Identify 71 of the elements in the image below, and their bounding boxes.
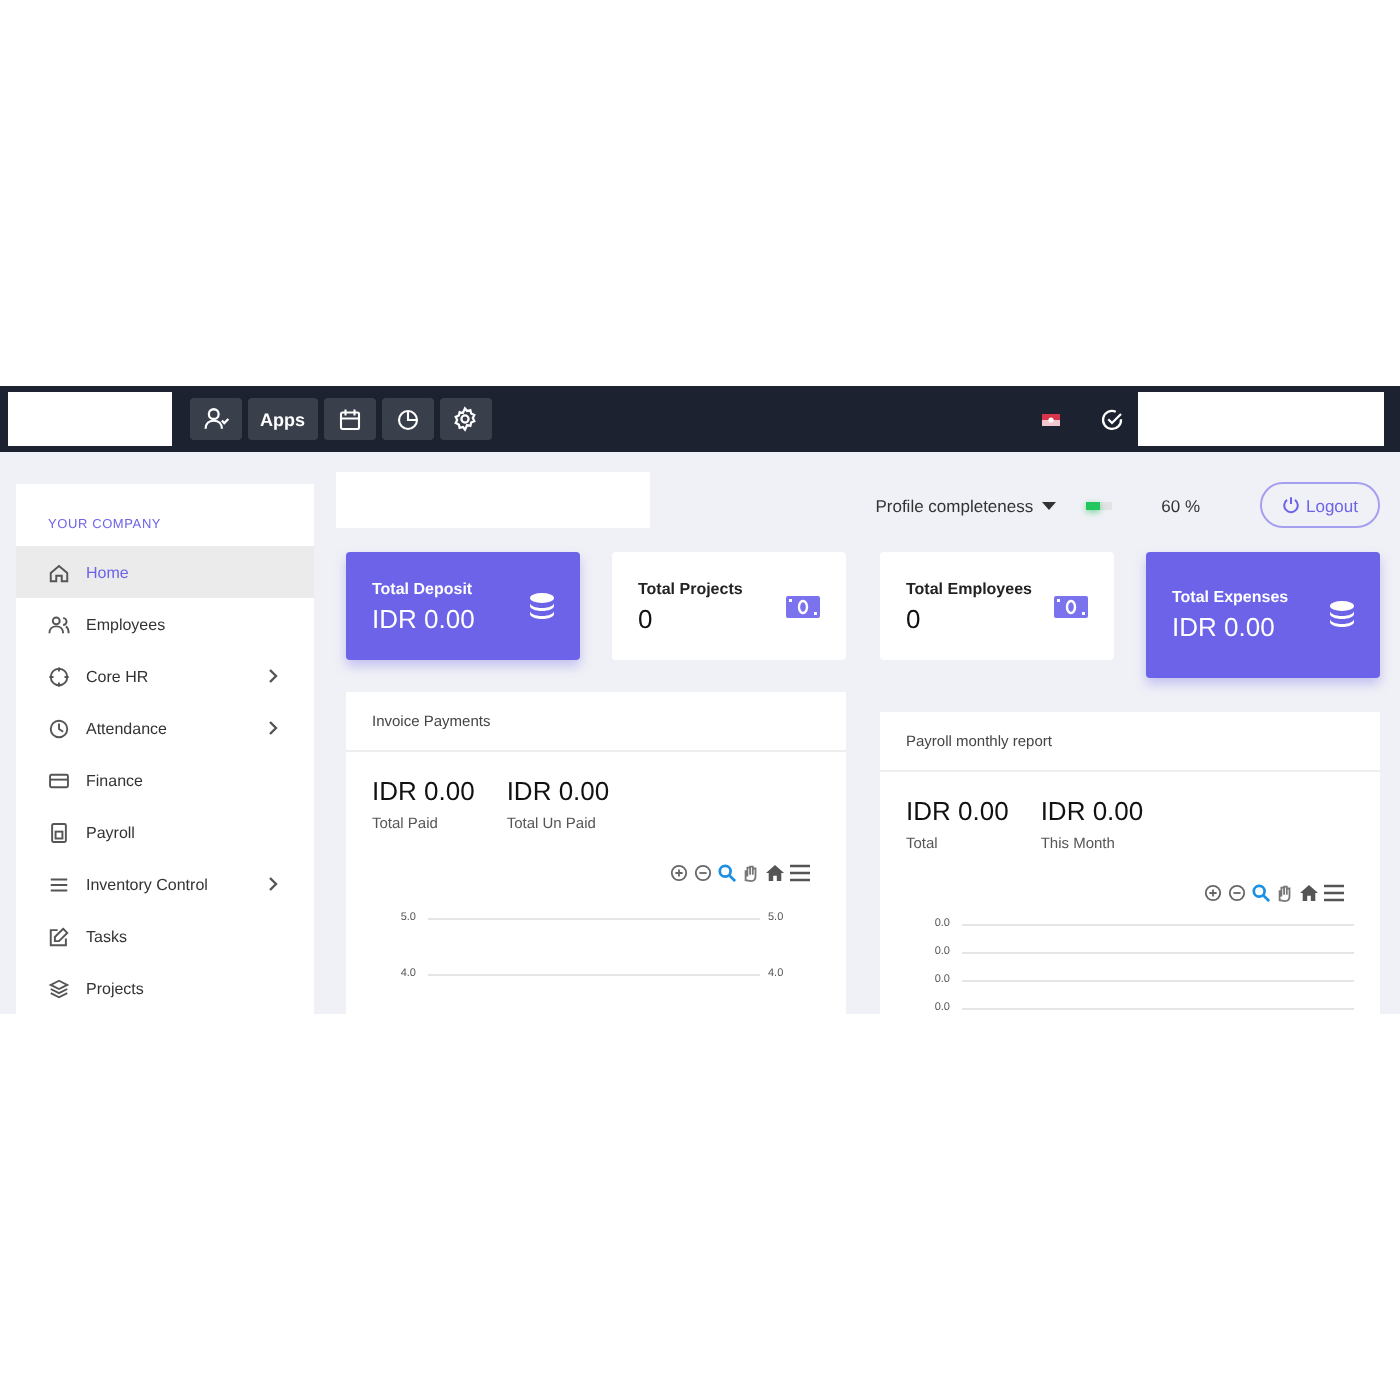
stat-value: IDR 0.00 <box>1172 612 1277 642</box>
sidebar-label: Home <box>86 563 129 581</box>
sidebar-item[interactable]: Projects <box>16 962 314 1014</box>
edit-icon <box>48 925 70 947</box>
coin-stack-icon <box>530 591 554 621</box>
chart-button[interactable] <box>381 398 433 440</box>
zoom-out-icon[interactable] <box>1228 884 1246 902</box>
banknote-icon <box>786 595 820 617</box>
power-icon <box>1282 496 1300 514</box>
amount-value: IDR 0.00 <box>506 776 610 806</box>
zoom-in-icon[interactable] <box>670 864 688 882</box>
sidebar-label: Finance <box>86 771 143 789</box>
menu-icon <box>48 873 70 895</box>
sidebar-label: Attendance <box>86 719 167 737</box>
sidebar-item[interactable]: Finance <box>16 754 314 806</box>
sidebar-item[interactable]: Core HR <box>16 650 314 702</box>
stat-title: Total Projects <box>638 579 743 599</box>
stat-value: 0 <box>638 603 655 633</box>
document-icon <box>48 821 70 843</box>
hand-icon[interactable] <box>1276 884 1294 902</box>
users-icon <box>48 613 70 635</box>
search-icon[interactable] <box>1252 884 1270 902</box>
sidebar-label: Core HR <box>86 667 149 685</box>
clock-icon <box>48 717 70 739</box>
amount-value: IDR 0.00 <box>1040 796 1144 826</box>
stat-title: Total Expenses <box>1172 588 1289 608</box>
settings-icon <box>452 406 478 432</box>
banknote-icon <box>1054 595 1088 617</box>
zoom-in-icon[interactable] <box>1204 884 1222 902</box>
card-icon <box>48 769 70 791</box>
home-icon[interactable] <box>1300 884 1318 902</box>
stat-title: Total Employees <box>906 579 1032 599</box>
user-check-button[interactable] <box>190 398 242 440</box>
sidebar-item[interactable]: Employees <box>16 598 314 650</box>
sidebar-label: Payroll <box>86 823 135 841</box>
sidebar-item[interactable]: Home <box>16 546 314 598</box>
user-check-icon <box>203 406 229 432</box>
sidebar-label: Employees <box>86 615 166 633</box>
crosshair-icon <box>48 665 70 687</box>
sidebar-label: Inventory Control <box>86 875 208 893</box>
pie-chart-icon <box>395 407 419 431</box>
calendar-button[interactable] <box>323 398 375 440</box>
home-icon[interactable] <box>766 864 784 882</box>
menu-icon[interactable] <box>790 864 810 882</box>
coin-stack-icon <box>1330 600 1354 630</box>
progress-reading: 60 % <box>1161 495 1200 515</box>
settings-button[interactable] <box>439 398 491 440</box>
home-icon <box>48 561 70 583</box>
stat-title: Total Deposit <box>372 579 475 599</box>
stat-value: IDR 0.00 <box>372 603 475 633</box>
calendar-icon <box>337 407 361 431</box>
sidebar-item[interactable]: Inventory Control <box>16 858 314 910</box>
sidebar-label: Projects <box>86 979 144 997</box>
flag-icon[interactable] <box>1042 413 1060 425</box>
search-icon[interactable] <box>718 864 736 882</box>
amount-value: IDR 0.00 <box>906 796 1009 826</box>
sidebar-item[interactable]: Tasks <box>16 910 314 962</box>
logout-button[interactable]: Logout <box>1260 482 1380 528</box>
layers-icon <box>48 977 70 999</box>
sidebar-item[interactable]: Payroll <box>16 806 314 858</box>
apps-button[interactable]: Apps <box>248 398 317 440</box>
check-circle-icon[interactable] <box>1100 407 1124 431</box>
amount-value: IDR 0.00 <box>372 776 475 806</box>
sidebar-label: Tasks <box>86 927 127 945</box>
profile-completeness-dropdown[interactable]: Profile completeness <box>875 495 1056 515</box>
menu-icon[interactable] <box>1324 884 1344 902</box>
stat-value: 0 <box>906 603 923 633</box>
hand-icon[interactable] <box>742 864 760 882</box>
zoom-out-icon[interactable] <box>694 864 712 882</box>
sidebar-item[interactable]: Attendance <box>16 702 314 754</box>
caret-icon <box>1041 501 1056 509</box>
